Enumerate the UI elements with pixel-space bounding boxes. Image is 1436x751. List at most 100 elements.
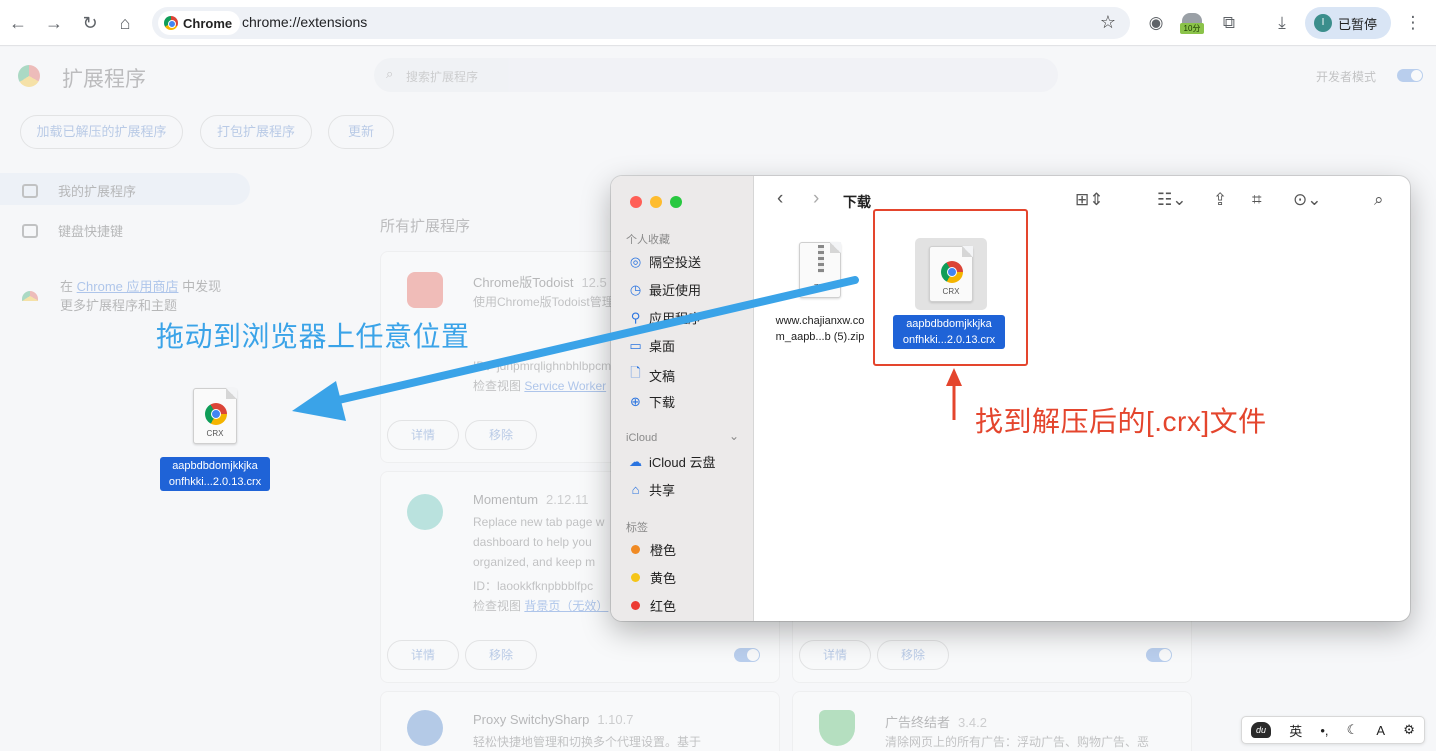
details-button[interactable]: 详情 xyxy=(799,640,871,670)
bookmark-star-icon[interactable]: ☆ xyxy=(1100,12,1116,33)
close-window-button[interactable] xyxy=(630,196,642,208)
url-text[interactable]: chrome://extensions xyxy=(242,14,367,30)
enable-toggle[interactable] xyxy=(734,648,760,662)
sidebar-item-label: 我的扩展程序 xyxy=(58,184,137,199)
puzzle-icon xyxy=(22,183,38,198)
sidebar-item-recents[interactable]: ◷ 最近使用 xyxy=(628,280,701,299)
extensions-puzzle-icon[interactable]: ⧉ xyxy=(1218,12,1240,34)
search-icon: ⌕ xyxy=(386,66,394,81)
sidebar-item-label: 键盘快捷键 xyxy=(58,224,124,239)
language-toggle[interactable]: 英 xyxy=(1289,721,1302,740)
finder-main: ‹ › 下载 ⊞⇕ ☷⌄ ⇪ ⌗ ⊙⌄ ⌕ ZIP www.chajianxw.… xyxy=(755,176,1410,621)
profile-button[interactable]: I 已暂停 xyxy=(1305,7,1391,39)
load-unpacked-button[interactable]: 加载已解压的扩展程序 xyxy=(20,115,183,149)
extension-name: Proxy SwitchySharp 1.10.7 xyxy=(473,712,634,727)
momentum-icon xyxy=(407,494,443,530)
applications-icon: ⚲ xyxy=(630,309,641,325)
search-input[interactable]: ⌕ 搜索扩展程序 xyxy=(374,58,1058,92)
remove-button[interactable]: 移除 xyxy=(465,420,537,450)
tag-dot xyxy=(631,545,640,554)
web-store-link[interactable]: Chrome 应用商店 xyxy=(77,279,179,294)
dragged-crx-file[interactable]: CRX aapbdbdomjkkjka onfhkki...2.0.13.crx xyxy=(160,388,270,491)
menu-kebab-icon[interactable]: ⋮ xyxy=(1402,12,1424,34)
pack-extension-button[interactable]: 打包扩展程序 xyxy=(200,115,312,149)
extension-name: Chrome版Todoist 12.5 xyxy=(473,275,607,290)
dev-mode-toggle[interactable] xyxy=(1397,69,1423,82)
tags-header: 标签 xyxy=(626,522,648,534)
sidebar-item-desktop[interactable]: ▭ 桌面 xyxy=(628,336,675,355)
forward-chevron-icon[interactable]: › xyxy=(813,188,819,210)
timer-badge: 10分 xyxy=(1180,23,1204,34)
chrome-logo-icon xyxy=(18,65,40,87)
document-icon: 🗋 xyxy=(630,365,641,380)
extension-description: 清除网页上的所有广告：浮动广告、购物广告、恶 xyxy=(885,735,1150,749)
airdrop-icon: ◎ xyxy=(629,253,642,269)
grid-view-icon[interactable]: ⊞⇕ xyxy=(1075,190,1104,210)
tag-icon[interactable]: ⌗ xyxy=(1252,190,1262,210)
baidu-ime-icon[interactable]: du xyxy=(1251,722,1272,738)
store-discover-text: 在 Chrome 应用商店 中发现 更多扩展程序和主题 xyxy=(60,279,222,313)
more-actions-icon[interactable]: ⊙⌄ xyxy=(1293,190,1322,210)
clock-icon: ◷ xyxy=(629,281,642,297)
site-chip-label: Chrome xyxy=(183,15,233,31)
details-button[interactable]: 详情 xyxy=(387,420,459,450)
sidebar-tag-orange[interactable]: 橙色 xyxy=(628,540,676,559)
sidebar-item-icloud-drive[interactable]: ☁ iCloud 云盘 xyxy=(628,452,715,471)
punctuation-icon[interactable]: •, xyxy=(1320,723,1328,738)
crx-file-icon: CRX xyxy=(193,388,237,444)
todoist-icon xyxy=(407,272,443,308)
share-icon[interactable]: ⇪ xyxy=(1213,190,1227,210)
cloud-icon: ☁ xyxy=(629,453,642,469)
download-icon[interactable]: ⤓ xyxy=(1271,12,1293,34)
remove-button[interactable]: 移除 xyxy=(465,640,537,670)
highlight-box xyxy=(873,209,1028,366)
sidebar-item-shortcuts[interactable]: 键盘快捷键 xyxy=(22,221,123,240)
tag-dot xyxy=(631,573,640,582)
home-icon[interactable]: ⌂ xyxy=(113,11,137,35)
back-arrow-icon[interactable]: ← xyxy=(6,11,30,35)
sidebar-tag-red[interactable]: 红色 xyxy=(628,596,676,615)
settings-gear-icon[interactable]: ⚙ xyxy=(1403,722,1415,738)
sidebar-item-downloads[interactable]: ⊕ 下载 xyxy=(628,392,675,411)
remove-button[interactable]: 移除 xyxy=(877,640,949,670)
profile-status: 已暂停 xyxy=(1338,16,1378,32)
sidebar-item-shared[interactable]: ⌂ 共享 xyxy=(628,480,675,499)
skin-icon[interactable]: A xyxy=(1376,723,1385,738)
browser-toolbar: ← → ↻ ⌂ Chrome chrome://extensions ☆ ◉ 1… xyxy=(0,0,1436,46)
web-store-icon xyxy=(22,291,38,301)
details-button[interactable]: 详情 xyxy=(387,640,459,670)
extension-name: 广告终结者 3.4.2 xyxy=(885,715,987,730)
group-icon[interactable]: ☷⌄ xyxy=(1157,190,1186,210)
file-name-label: www.chajianxw.co m_aapb...b (5).zip xyxy=(775,315,865,343)
zipper-icon xyxy=(818,245,824,273)
site-chip[interactable]: Chrome xyxy=(158,11,241,35)
enable-toggle[interactable] xyxy=(1146,648,1172,662)
moon-icon[interactable]: ☾ xyxy=(1347,722,1359,738)
zip-file[interactable]: ZIP www.chajianxw.co m_aapb...b (5).zip xyxy=(765,242,875,345)
input-method-bar: du 英 •, ☾ A ⚙ xyxy=(1241,716,1425,744)
dev-mode-label: 开发者模式 xyxy=(1316,70,1377,84)
chrome-logo-icon xyxy=(205,403,227,425)
forward-arrow-icon[interactable]: → xyxy=(42,11,66,35)
search-placeholder: 搜索扩展程序 xyxy=(406,70,479,84)
shared-folder-icon: ⌂ xyxy=(631,482,640,497)
collapse-chevron-icon[interactable]: ⌄ xyxy=(729,429,739,443)
minimize-window-button[interactable] xyxy=(650,196,662,208)
timer-extension-icon[interactable]: 10分 xyxy=(1180,13,1204,34)
globe-icon xyxy=(407,710,443,746)
search-icon[interactable]: ⌕ xyxy=(1374,190,1384,210)
update-button[interactable]: 更新 xyxy=(328,115,394,149)
reload-icon[interactable]: ↻ xyxy=(78,11,102,35)
finder-sidebar: 个人收藏 ◎ 隔空投送 ◷ 最近使用 ⚲ 应用程序 ▭ 桌面 🗋 文稿 ⊕ 下载 iClou… xyxy=(611,176,754,621)
sidebar-item-applications[interactable]: ⚲ 应用程序 xyxy=(628,308,701,327)
extension-name: Momentum 2.12.11 xyxy=(473,492,589,507)
sidebar-item-airdrop[interactable]: ◎ 隔空投送 xyxy=(628,252,701,271)
sidebar-tag-yellow[interactable]: 黄色 xyxy=(628,568,676,587)
record-icon[interactable]: ◉ xyxy=(1145,12,1167,34)
address-bar[interactable]: Chrome chrome://extensions ☆ xyxy=(152,7,1130,39)
extension-card-adblock: 广告终结者 3.4.2 清除网页上的所有广告：浮动广告、购物广告、恶 xyxy=(792,691,1192,751)
zoom-window-button[interactable] xyxy=(670,196,682,208)
sidebar-item-my-extensions[interactable]: 我的扩展程序 xyxy=(22,181,136,200)
sidebar-item-documents[interactable]: 🗋 文稿 xyxy=(628,364,675,386)
back-chevron-icon[interactable]: ‹ xyxy=(777,188,783,210)
